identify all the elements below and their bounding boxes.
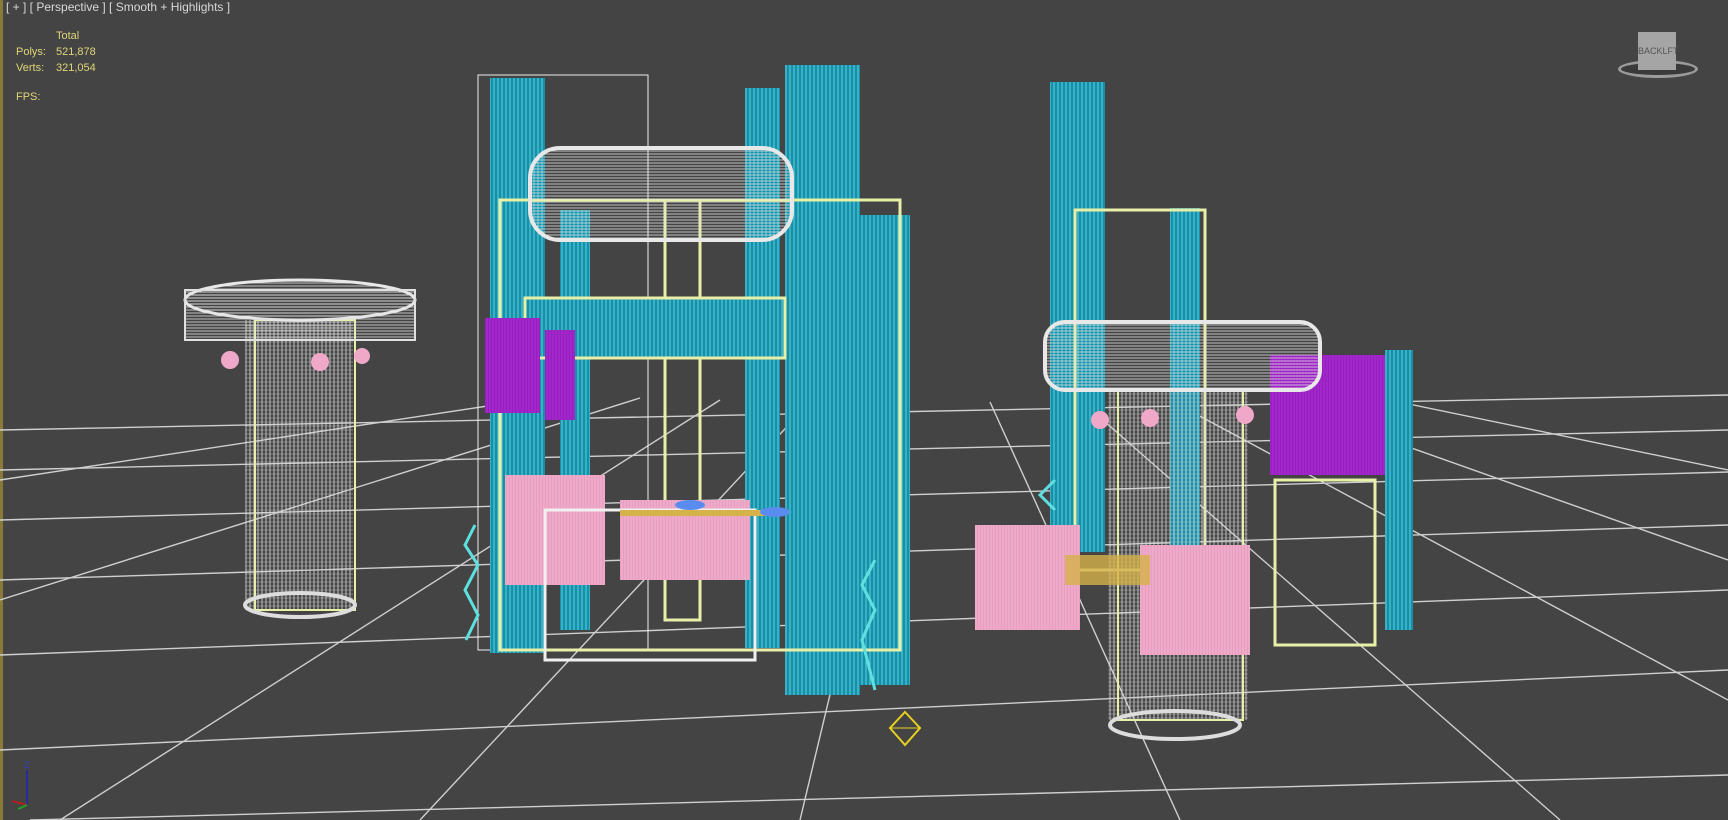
stats-header: Total	[56, 30, 80, 42]
viewcube-box[interactable]: BACK LFT	[1638, 32, 1679, 70]
viewcube-face-left[interactable]: LFT	[1663, 46, 1679, 56]
axis-gizmo-icon: Z	[11, 760, 30, 810]
verts-label: Verts:	[16, 62, 45, 74]
statistics-overlay: Total Polys: 521,878 Verts: 321,054 FPS:	[16, 28, 96, 105]
light-helper-icon	[888, 710, 922, 747]
left-round-column	[183, 278, 417, 619]
scene-wireframe[interactable]	[0, 0, 1728, 820]
right-booth	[975, 82, 1413, 741]
verts-value: 321,054	[56, 62, 96, 74]
polys-label: Polys:	[16, 46, 46, 58]
polys-value: 521,878	[56, 46, 96, 58]
viewport-label-menu[interactable]: [ + ] [ Perspective ] [ Smooth + Highlig…	[6, 0, 230, 14]
z-axis-label: Z	[24, 760, 30, 770]
left-booth	[463, 65, 910, 695]
viewcube[interactable]: BACK LFT	[1618, 26, 1698, 82]
perspective-viewport[interactable]: [ + ] [ Perspective ] [ Smooth + Highlig…	[0, 0, 1728, 820]
fps-label: FPS:	[16, 91, 41, 103]
viewcube-face-back[interactable]: BACK	[1638, 46, 1663, 56]
